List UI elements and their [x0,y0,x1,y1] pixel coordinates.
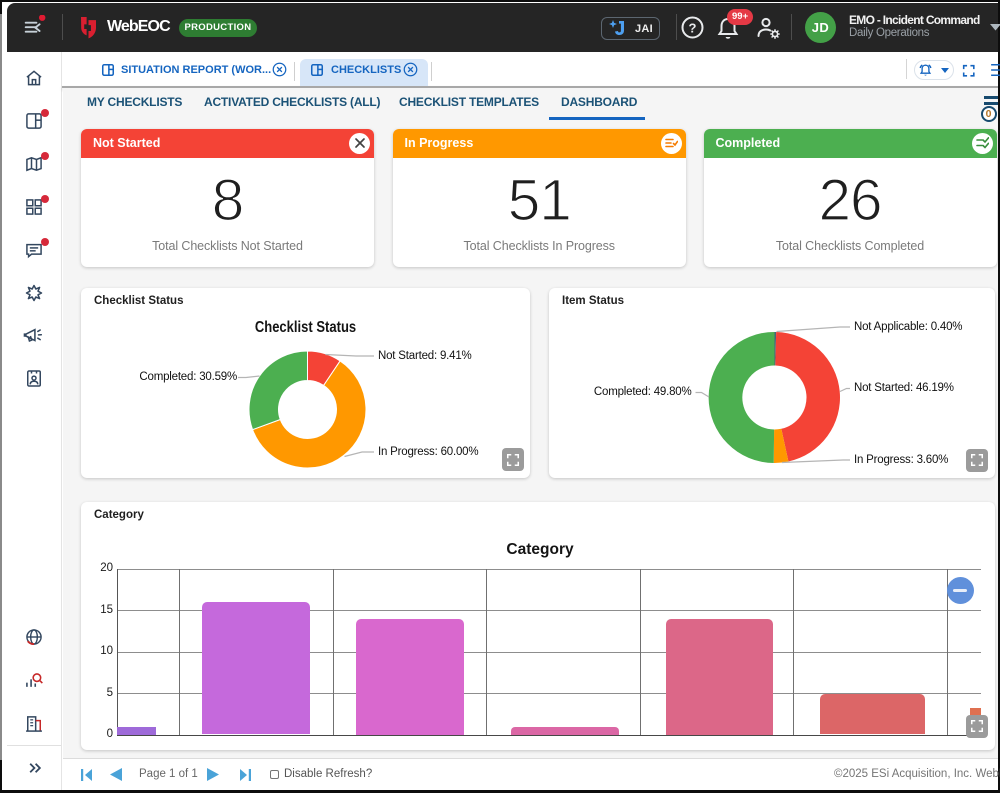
svg-text:?: ? [689,21,697,36]
